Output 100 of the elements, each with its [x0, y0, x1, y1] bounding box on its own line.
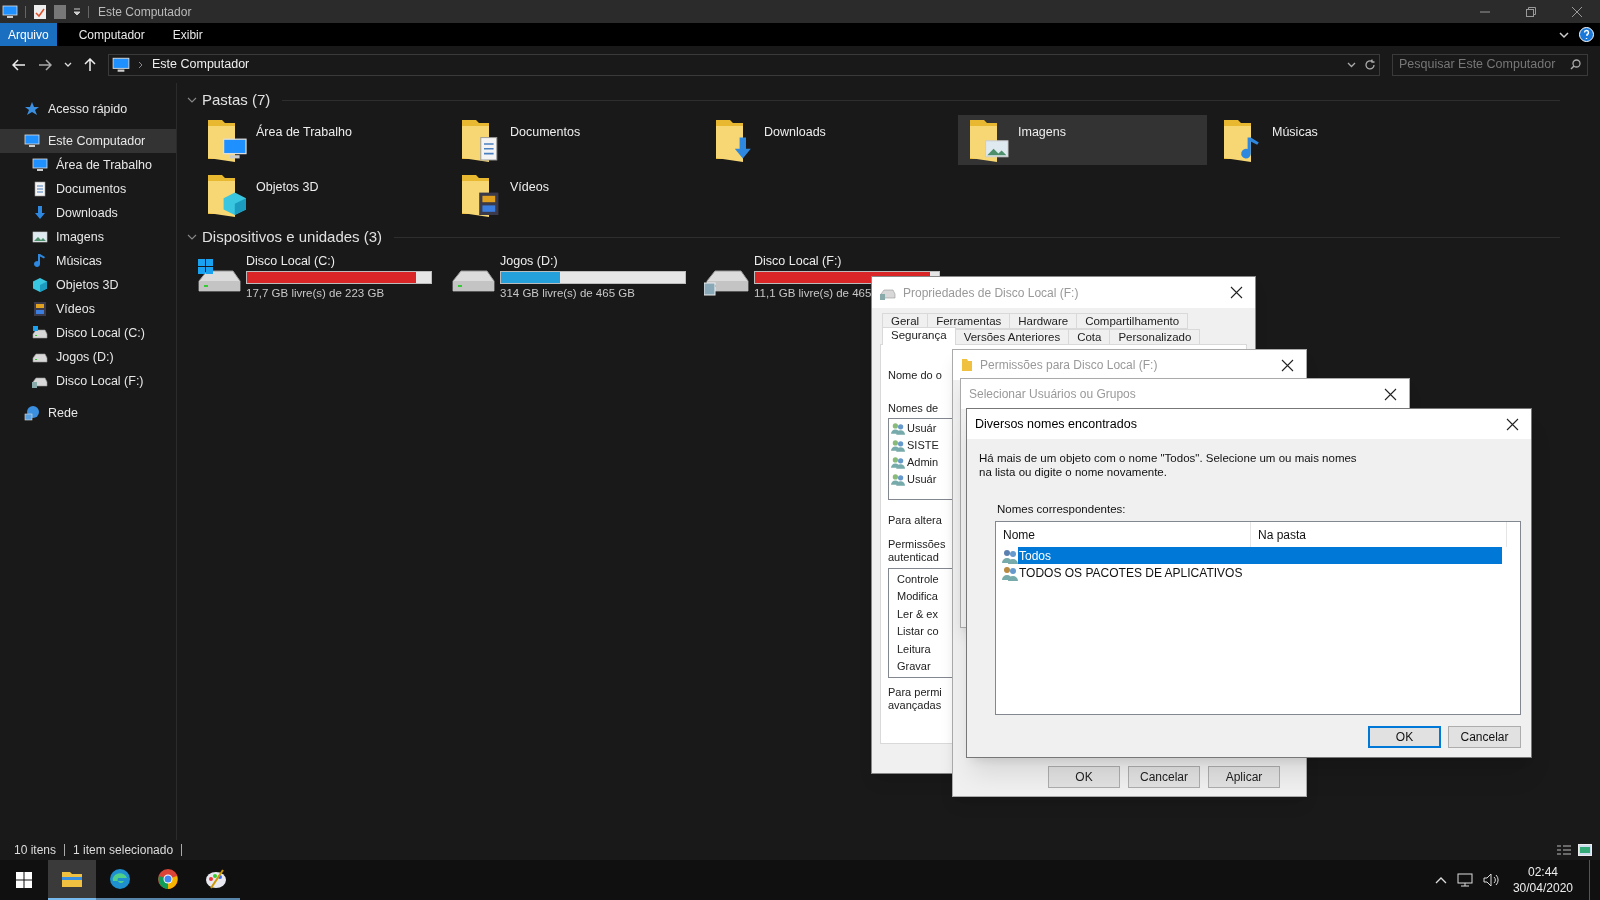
speaker-icon[interactable] — [1482, 873, 1499, 887]
ribbon-tab[interactable]: Arquivo — [0, 23, 57, 46]
drive-name: Disco Local (C:) — [246, 253, 335, 269]
folder-name: Vídeos — [510, 179, 549, 196]
caret-icon[interactable] — [64, 61, 72, 68]
dialog-button[interactable]: Aplicar — [1208, 766, 1280, 788]
dialog-button[interactable]: Cancelar — [1128, 766, 1200, 788]
dialog-tab[interactable]: Personalizado — [1109, 329, 1201, 345]
folder-tile[interactable]: Área de Trabalho — [196, 115, 445, 165]
permission-name: Gravar — [897, 659, 931, 674]
list-row[interactable]: TODOS OS PACOTES DE APLICATIVOS — [1018, 564, 1502, 582]
music-note-icon — [32, 253, 48, 269]
dropdown-icon[interactable] — [73, 7, 81, 16]
folder-name: Imagens — [1018, 124, 1066, 141]
sidebar-item[interactable]: Downloads — [0, 201, 176, 225]
dialog-tab[interactable]: Compartilhamento — [1076, 313, 1189, 329]
sidebar-item[interactable]: Disco Local (F:) — [0, 369, 176, 393]
close-icon[interactable] — [1281, 358, 1294, 372]
forward-arrow-icon[interactable] — [38, 58, 52, 71]
users-icon — [1002, 564, 1018, 581]
group-name: SISTE — [907, 438, 939, 454]
chevron-icon[interactable] — [138, 60, 144, 69]
close-icon[interactable] — [1230, 286, 1243, 299]
caret-up-icon[interactable] — [1434, 876, 1447, 884]
refresh-icon[interactable] — [1364, 58, 1376, 71]
help-icon[interactable] — [1579, 27, 1594, 42]
sidebar-item[interactable]: Rede — [0, 401, 176, 425]
dialog-button[interactable]: OK — [1048, 766, 1120, 788]
list-label: Nomes correspondentes: — [997, 502, 1126, 517]
folder-name: Documentos — [510, 124, 581, 141]
list-row[interactable]: Todos — [1018, 547, 1502, 565]
chevron-icon[interactable] — [1559, 30, 1569, 39]
search-icon[interactable] — [1570, 59, 1581, 70]
drive-name: Jogos (D:) — [500, 253, 558, 269]
checklist-icon[interactable] — [33, 3, 47, 20]
dialog-button[interactable]: OK — [1368, 726, 1441, 749]
sidebar-item[interactable]: Área de Trabalho — [0, 153, 176, 177]
tiles-view-icon[interactable] — [1578, 844, 1592, 856]
clock[interactable]: 02:44 30/04/2020 — [1508, 864, 1577, 896]
folder-with-cube-icon — [206, 173, 248, 217]
permission-name: Leitura — [897, 641, 931, 657]
folder-name: Área de Trabalho — [256, 123, 352, 141]
folder-tile[interactable]: Downloads — [704, 115, 953, 165]
folder-icon — [61, 870, 83, 888]
star-icon — [24, 101, 40, 117]
selection-count: 1 item selecionado — [73, 842, 174, 859]
permissions-label: Permissões autenticad — [888, 537, 946, 564]
document-icon — [32, 181, 48, 197]
search-field[interactable]: Pesquisar Este Computador — [1392, 53, 1588, 76]
close-icon[interactable] — [1384, 387, 1397, 401]
sidebar-item[interactable]: Músicas — [0, 249, 176, 273]
dialog-tab[interactable]: Hardware — [1009, 313, 1078, 329]
change-note: Para altera — [888, 513, 942, 528]
drive-name: Disco Local (F:) — [754, 253, 842, 269]
details-view-icon[interactable] — [1556, 844, 1572, 856]
picture-icon — [32, 229, 48, 245]
dropdown-icon[interactable] — [1347, 61, 1356, 68]
folder-tile[interactable]: Documentos — [450, 115, 699, 165]
dialog-button[interactable]: Cancelar — [1448, 726, 1521, 749]
drive-tile[interactable]: Jogos (D:) 314 GB livre(s) de 465 GB — [450, 252, 699, 302]
folder-tile[interactable]: Objetos 3D — [196, 170, 445, 220]
permission-name: Modifica — [897, 589, 938, 604]
groups-label: Nomes de — [888, 400, 939, 416]
sidebar-item[interactable]: Jogos (D:) — [0, 345, 176, 369]
back-arrow-icon[interactable] — [12, 58, 26, 71]
sidebar-item[interactable]: Documentos — [0, 177, 176, 201]
network-icon — [24, 405, 40, 421]
drive-tile[interactable]: Disco Local (C:) 17,7 GB livre(s) de 223 GB — [196, 252, 445, 302]
folder-tile[interactable]: Vídeos — [450, 170, 699, 220]
dialog-title: Propriedades de Disco Local (F:) — [903, 284, 1079, 302]
page-icon[interactable] — [54, 3, 66, 20]
sidebar-item[interactable]: Acesso rápido — [0, 97, 176, 121]
free-space-text: 11,1 GB livre(s) de 465 — [754, 285, 872, 301]
folder-tile[interactable]: Músicas — [1212, 115, 1461, 165]
users-icon — [891, 456, 905, 469]
dialog-tab[interactable]: Ferramentas — [927, 313, 1011, 329]
network-icon[interactable] — [1456, 873, 1473, 887]
close-icon[interactable] — [1506, 417, 1519, 431]
palette-icon — [205, 868, 227, 890]
dialog-tab[interactable]: Segurança — [882, 327, 956, 345]
sidebar-item[interactable]: Vídeos — [0, 297, 176, 321]
ribbon-tab[interactable]: Exibir — [158, 23, 217, 46]
monitor-icon — [112, 55, 130, 74]
users-icon — [891, 473, 905, 486]
users-icon — [891, 422, 905, 435]
section-heading: Pastas (7) — [202, 89, 271, 110]
sidebar-item[interactable]: Disco Local (C:) — [0, 321, 176, 345]
folder-tile[interactable]: Imagens — [958, 115, 1207, 165]
folder-name: Downloads — [764, 124, 826, 141]
address-field[interactable]: Este Computador — [108, 53, 1380, 76]
taskbar-app-button[interactable] — [48, 860, 96, 900]
sidebar-item[interactable]: Imagens — [0, 225, 176, 249]
folder-icon — [961, 358, 973, 372]
ribbon-tab[interactable]: Computador — [64, 23, 159, 46]
cube-icon — [32, 277, 48, 293]
sidebar-item[interactable]: Este Computador — [0, 129, 176, 153]
monitor-icon — [32, 157, 48, 173]
sidebar-item[interactable]: Objetos 3D — [0, 273, 176, 297]
advanced-note: Para permi avançadas — [888, 685, 942, 712]
up-arrow-icon[interactable] — [84, 57, 96, 72]
